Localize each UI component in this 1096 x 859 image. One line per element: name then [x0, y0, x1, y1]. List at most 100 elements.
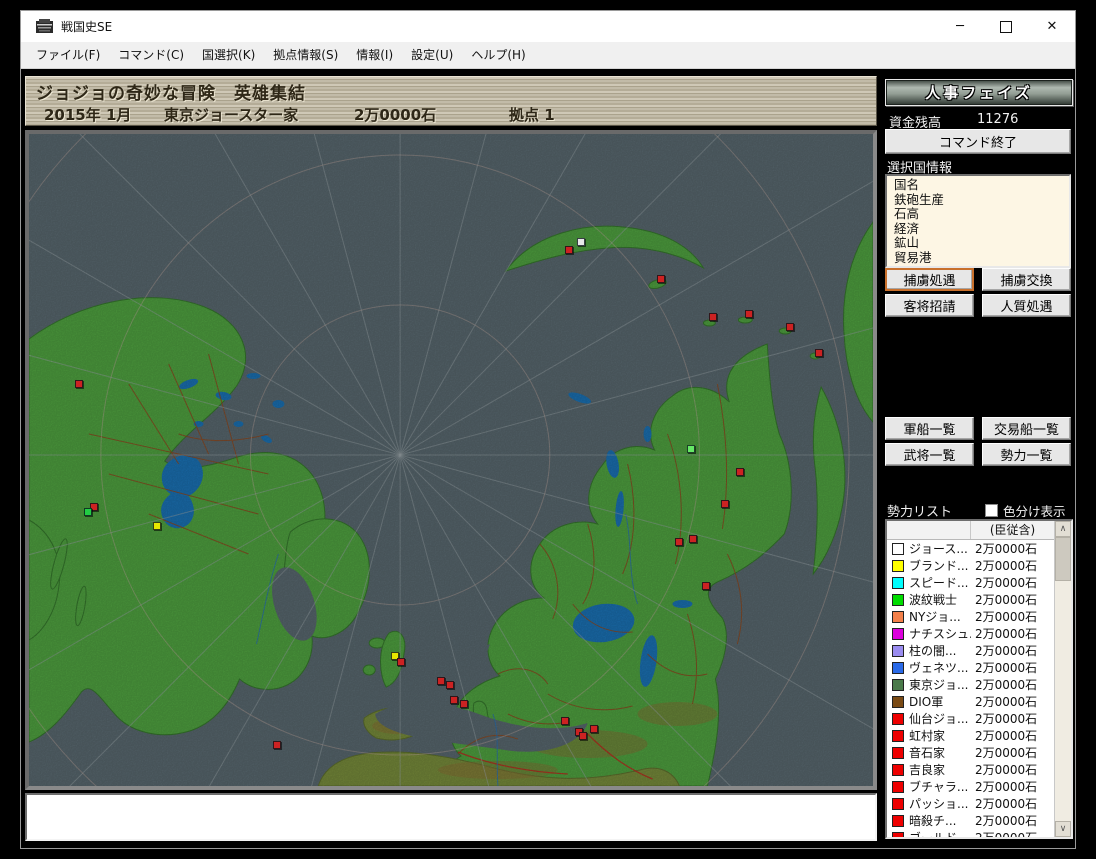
faction-name: DIO軍	[909, 695, 944, 709]
map-marker[interactable]	[687, 445, 695, 453]
faction-row[interactable]: 暗殺チ... 2万0000石	[887, 812, 1054, 829]
map-marker[interactable]	[721, 500, 729, 508]
faction-row[interactable]: ナチスシュ... 2万0000石	[887, 625, 1054, 642]
maximize-button[interactable]	[983, 11, 1029, 42]
country-info-item[interactable]: 鉱山	[894, 236, 1069, 251]
menu-item-2[interactable]: 国選択(K)	[193, 42, 264, 69]
map-marker[interactable]	[689, 535, 697, 543]
forces-list-scrollbar[interactable]: ∧ ∨	[1054, 521, 1071, 837]
faction-row[interactable]: ゴールド... 2万0000石	[887, 829, 1054, 837]
map-marker[interactable]	[450, 696, 458, 704]
map-marker[interactable]	[709, 313, 717, 321]
map-marker[interactable]	[84, 508, 92, 516]
country-info-item[interactable]: 貿易港	[894, 250, 1069, 266]
faction-color-swatch	[892, 661, 904, 674]
faction-color-swatch	[892, 559, 904, 572]
faction-name: NYジョ...	[909, 610, 961, 624]
map-marker[interactable]	[815, 349, 823, 357]
faction-row[interactable]: 音石家 2万0000石	[887, 744, 1054, 761]
map-marker[interactable]	[561, 717, 569, 725]
country-info-item[interactable]: 経済	[894, 221, 1069, 237]
country-info-item[interactable]: 国名	[894, 177, 1069, 193]
menu-item-3[interactable]: 拠点情報(S)	[264, 42, 347, 69]
scenario-status-line: 2015年 1月 東京ジョースター家 2万0000石 拠点 1	[26, 104, 876, 125]
title-bar[interactable]: 戦国史SE ─ ✕	[21, 11, 1075, 42]
minimize-button[interactable]: ─	[937, 11, 983, 42]
faction-koku: 2万0000石	[975, 678, 1038, 692]
map-marker[interactable]	[565, 246, 573, 254]
list-button-0[interactable]: 軍船一覧	[885, 417, 974, 440]
faction-row[interactable]: 波紋戦士 2万0000石	[887, 591, 1054, 608]
scenario-title: ジョジョの奇妙な冒険 英雄集結	[36, 84, 306, 104]
faction-row[interactable]: NYジョ... 2万0000石	[887, 608, 1054, 625]
color-display-checkbox[interactable]	[985, 504, 998, 517]
personnel-button-3[interactable]: 人質処遇	[982, 294, 1071, 317]
faction-koku: 2万0000石	[975, 729, 1038, 743]
close-button[interactable]: ✕	[1029, 11, 1075, 42]
window-controls: ─ ✕	[937, 11, 1075, 42]
faction-row[interactable]: スピード... 2万0000石	[887, 574, 1054, 591]
menu-item-1[interactable]: コマンド(C)	[109, 42, 193, 69]
map-marker[interactable]	[153, 522, 161, 530]
country-info-item[interactable]: 鉄砲生産	[894, 192, 1069, 208]
personnel-button-1[interactable]: 捕虜交換	[982, 268, 1071, 291]
map-marker[interactable]	[460, 700, 468, 708]
faction-row[interactable]: ブランド... 2万0000石	[887, 557, 1054, 574]
faction-koku: 2万0000石	[975, 542, 1038, 556]
personnel-button-0[interactable]: 捕虜処遇	[885, 268, 974, 291]
list-button-2[interactable]: 武将一覧	[885, 443, 974, 466]
faction-name: 波紋戦士	[909, 593, 958, 607]
list-button-1[interactable]: 交易船一覧	[982, 417, 1071, 440]
personnel-button-2[interactable]: 客将招請	[885, 294, 974, 317]
scroll-down-icon[interactable]: ∨	[1055, 821, 1071, 837]
faction-row[interactable]: パッショ... 2万0000石	[887, 795, 1054, 812]
faction-koku: 2万0000石	[975, 763, 1038, 777]
scrollbar-thumb[interactable]	[1055, 537, 1071, 581]
map-marker[interactable]	[273, 741, 281, 749]
map-marker[interactable]	[590, 725, 598, 733]
faction-row[interactable]: 東京ジョ... 2万0000石	[887, 676, 1054, 693]
faction-rows: ジョース... 2万0000石 ブランド... 2万0000石 スピード... 2万000…	[887, 540, 1054, 837]
selected-country-listbox[interactable]: 国名 鉄砲生産 石高 経済 鉱山 貿易港	[885, 174, 1071, 268]
map-marker[interactable]	[577, 238, 585, 246]
menu-item-0[interactable]: ファイル(F)	[27, 42, 109, 69]
menu-item-5[interactable]: 設定(U)	[402, 42, 462, 69]
faction-name: スピード...	[909, 576, 969, 590]
faction-koku: 2万0000石	[975, 610, 1038, 624]
faction-color-swatch	[892, 627, 904, 640]
map-marker[interactable]	[397, 658, 405, 666]
end-command-button[interactable]: コマンド終了	[885, 129, 1071, 154]
window-title: 戦国史SE	[61, 20, 113, 34]
map-marker[interactable]	[745, 310, 753, 318]
scrollbar-track[interactable]	[1055, 581, 1071, 821]
faction-row[interactable]: ヴェネツ... 2万0000石	[887, 659, 1054, 676]
faction-row[interactable]: ジョース... 2万0000石	[887, 540, 1054, 557]
faction-row[interactable]: 仙台ジョ... 2万0000石	[887, 710, 1054, 727]
list-button-3[interactable]: 勢力一覧	[982, 443, 1071, 466]
faction-row[interactable]: 吉良家 2万0000石	[887, 761, 1054, 778]
faction-row[interactable]: 虹村家 2万0000石	[887, 727, 1054, 744]
faction-row[interactable]: ブチャラ... 2万0000石	[887, 778, 1054, 795]
faction-row[interactable]: DIO軍 2万0000石	[887, 693, 1054, 710]
map-marker[interactable]	[736, 468, 744, 476]
map-marker[interactable]	[675, 538, 683, 546]
map-marker[interactable]	[786, 323, 794, 331]
scroll-up-icon[interactable]: ∧	[1055, 521, 1071, 537]
forces-list-header: (臣従含)	[887, 521, 1054, 540]
faction-color-swatch	[892, 542, 904, 555]
menu-item-4[interactable]: 情報(I)	[347, 42, 402, 69]
map-marker[interactable]	[657, 275, 665, 283]
faction-row[interactable]: 柱の闇... 2万0000石	[887, 642, 1054, 659]
map-marker[interactable]	[702, 582, 710, 590]
faction-name: ブチャラ...	[909, 780, 969, 794]
map-marker[interactable]	[437, 677, 445, 685]
map-marker[interactable]	[75, 380, 83, 388]
forces-list-header-koku-col[interactable]: (臣従含)	[971, 521, 1054, 539]
forces-list-header-name-col[interactable]	[887, 521, 971, 539]
world-map[interactable]	[25, 130, 877, 790]
menu-item-6[interactable]: ヘルプ(H)	[462, 42, 534, 69]
faction-color-swatch	[892, 610, 904, 623]
map-marker[interactable]	[579, 732, 587, 740]
map-marker[interactable]	[446, 681, 454, 689]
country-info-item[interactable]: 石高	[894, 207, 1069, 222]
